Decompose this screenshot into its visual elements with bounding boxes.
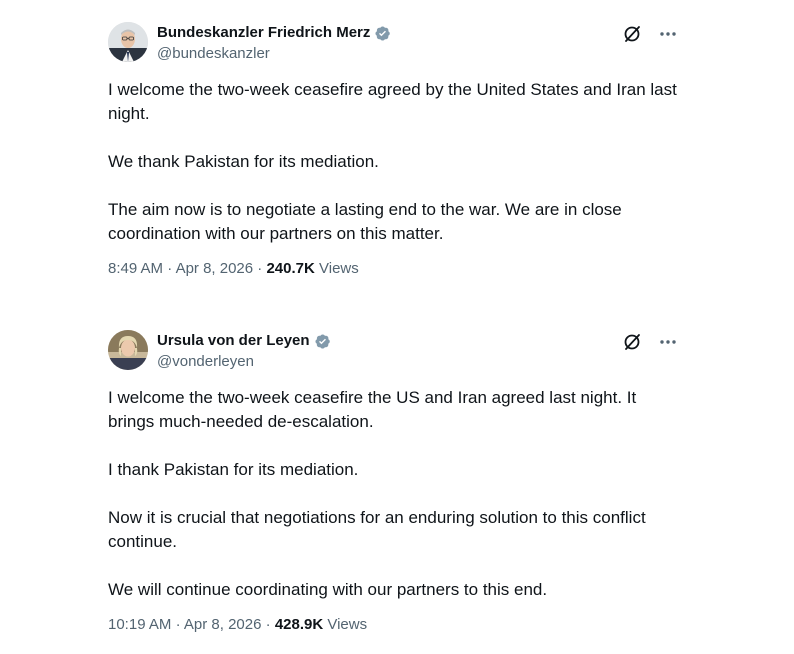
tweet-time[interactable]: 8:49 AM: [108, 260, 163, 277]
views-count[interactable]: 240.7K: [266, 260, 314, 277]
tweet-date[interactable]: Apr 8, 2026: [176, 260, 254, 277]
tweet[interactable]: Bundeskanzler Friedrich Merz @bundeskanz…: [108, 20, 678, 278]
tweet[interactable]: Ursula von der Leyen @vonderleyen I welc…: [108, 328, 678, 634]
tweet-actions: [622, 24, 678, 44]
avatar[interactable]: [108, 22, 148, 62]
avatar[interactable]: [108, 330, 148, 370]
tweet-paragraph: I welcome the two-week ceasefire agreed …: [108, 80, 677, 123]
handle[interactable]: @vonderleyen: [157, 353, 331, 371]
views-label: Views: [327, 616, 368, 633]
tweet-meta: 8:49 AM · Apr 8, 2026 · 240.7K Views: [108, 260, 678, 278]
separator: ·: [257, 260, 263, 277]
handle[interactable]: @bundeskanzler: [157, 45, 391, 63]
separator: ·: [265, 616, 271, 633]
separator: ·: [167, 260, 173, 277]
verified-badge-icon[interactable]: [374, 25, 391, 42]
separator: ·: [175, 616, 181, 633]
tweet-header: Bundeskanzler Friedrich Merz @bundeskanz…: [108, 20, 678, 64]
tweet-paragraph: We will continue coordinating with our p…: [108, 580, 548, 599]
tweet-time[interactable]: 10:19 AM: [108, 616, 171, 633]
tweet-date[interactable]: Apr 8, 2026: [184, 616, 262, 633]
tweet-paragraph: Now it is crucial that negotiations for …: [108, 508, 646, 551]
more-icon[interactable]: [658, 332, 678, 352]
tweet-paragraph: I thank Pakistan for its mediation.: [108, 460, 359, 479]
grok-icon[interactable]: [622, 332, 642, 352]
more-icon[interactable]: [658, 24, 678, 44]
display-name[interactable]: Bundeskanzler Friedrich Merz: [157, 24, 370, 42]
display-name-row: Ursula von der Leyen: [157, 332, 331, 350]
tweet-text: I welcome the two-week ceasefire the US …: [108, 386, 678, 602]
display-name-row: Bundeskanzler Friedrich Merz: [157, 24, 391, 42]
tweet-meta: 10:19 AM · Apr 8, 2026 · 428.9K Views: [108, 616, 678, 634]
tweet-paragraph: The aim now is to negotiate a lasting en…: [108, 200, 622, 243]
views-label: Views: [319, 260, 359, 277]
tweet-text: I welcome the two-week ceasefire agreed …: [108, 78, 678, 246]
tweet-paragraph: I welcome the two-week ceasefire the US …: [108, 388, 637, 431]
views-count[interactable]: 428.9K: [275, 616, 323, 633]
verified-badge-icon[interactable]: [314, 333, 331, 350]
grok-icon[interactable]: [622, 24, 642, 44]
author-names: Bundeskanzler Friedrich Merz @bundeskanz…: [157, 24, 391, 63]
author-names: Ursula von der Leyen @vonderleyen: [157, 332, 331, 371]
tweet-paragraph: We thank Pakistan for its mediation.: [108, 152, 379, 171]
tweet-actions: [622, 332, 678, 352]
display-name[interactable]: Ursula von der Leyen: [157, 332, 310, 350]
tweet-header: Ursula von der Leyen @vonderleyen: [108, 328, 678, 372]
